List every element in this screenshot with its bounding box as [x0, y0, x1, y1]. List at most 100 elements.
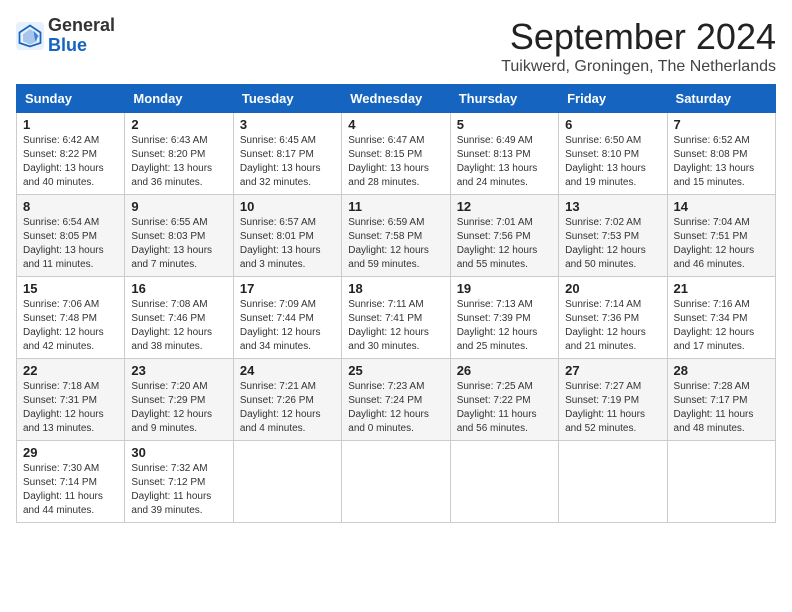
empty-cell — [233, 441, 341, 523]
header-wednesday: Wednesday — [342, 85, 450, 113]
sunrise: Sunrise: 6:55 AM — [131, 217, 207, 228]
day-info: Sunrise: 7:14 AM Sunset: 7:36 PM Dayligh… — [565, 298, 660, 354]
day-number: 28 — [674, 363, 769, 378]
day-cell-25: 25 Sunrise: 7:23 AM Sunset: 7:24 PM Dayl… — [342, 359, 450, 441]
sunrise: Sunrise: 6:54 AM — [23, 217, 99, 228]
sunset: Sunset: 7:34 PM — [674, 313, 748, 324]
sunset: Sunset: 7:53 PM — [565, 231, 639, 242]
day-cell-13: 13 Sunrise: 7:02 AM Sunset: 7:53 PM Dayl… — [559, 195, 667, 277]
day-cell-1: 1 Sunrise: 6:42 AM Sunset: 8:22 PM Dayli… — [17, 113, 125, 195]
calendar-table: SundayMondayTuesdayWednesdayThursdayFrid… — [16, 84, 776, 523]
sunrise: Sunrise: 7:21 AM — [240, 381, 316, 392]
day-cell-6: 6 Sunrise: 6:50 AM Sunset: 8:10 PM Dayli… — [559, 113, 667, 195]
header-monday: Monday — [125, 85, 233, 113]
sunrise: Sunrise: 6:43 AM — [131, 135, 207, 146]
sunrise: Sunrise: 7:20 AM — [131, 381, 207, 392]
daylight: Daylight: 12 hours and 21 minutes. — [565, 327, 646, 352]
day-info: Sunrise: 6:59 AM Sunset: 7:58 PM Dayligh… — [348, 216, 443, 272]
day-number: 27 — [565, 363, 660, 378]
header-sunday: Sunday — [17, 85, 125, 113]
sunrise: Sunrise: 7:09 AM — [240, 299, 316, 310]
daylight: Daylight: 13 hours and 40 minutes. — [23, 163, 104, 188]
daylight: Daylight: 13 hours and 36 minutes. — [131, 163, 212, 188]
header-row: SundayMondayTuesdayWednesdayThursdayFrid… — [17, 85, 776, 113]
day-number: 7 — [674, 117, 769, 132]
sunset: Sunset: 7:39 PM — [457, 313, 531, 324]
sunset: Sunset: 7:51 PM — [674, 231, 748, 242]
day-number: 2 — [131, 117, 226, 132]
sunrise: Sunrise: 7:27 AM — [565, 381, 641, 392]
day-info: Sunrise: 7:25 AM Sunset: 7:22 PM Dayligh… — [457, 380, 552, 436]
daylight: Daylight: 11 hours and 44 minutes. — [23, 491, 103, 516]
day-info: Sunrise: 7:04 AM Sunset: 7:51 PM Dayligh… — [674, 216, 769, 272]
day-number: 13 — [565, 199, 660, 214]
day-info: Sunrise: 7:32 AM Sunset: 7:12 PM Dayligh… — [131, 462, 226, 518]
day-number: 16 — [131, 281, 226, 296]
sunrise: Sunrise: 7:13 AM — [457, 299, 533, 310]
sunset: Sunset: 8:13 PM — [457, 149, 531, 160]
sunset: Sunset: 7:31 PM — [23, 395, 97, 406]
day-number: 23 — [131, 363, 226, 378]
daylight: Daylight: 11 hours and 52 minutes. — [565, 409, 645, 434]
day-number: 15 — [23, 281, 118, 296]
sunset: Sunset: 7:29 PM — [131, 395, 205, 406]
sunset: Sunset: 8:20 PM — [131, 149, 205, 160]
location: Tuikwerd, Groningen, The Netherlands — [501, 58, 776, 76]
sunrise: Sunrise: 7:32 AM — [131, 463, 207, 474]
daylight: Daylight: 13 hours and 7 minutes. — [131, 245, 212, 270]
day-cell-29: 29 Sunrise: 7:30 AM Sunset: 7:14 PM Dayl… — [17, 441, 125, 523]
day-cell-20: 20 Sunrise: 7:14 AM Sunset: 7:36 PM Dayl… — [559, 277, 667, 359]
day-cell-14: 14 Sunrise: 7:04 AM Sunset: 7:51 PM Dayl… — [667, 195, 775, 277]
day-info: Sunrise: 6:47 AM Sunset: 8:15 PM Dayligh… — [348, 134, 443, 190]
day-number: 14 — [674, 199, 769, 214]
daylight: Daylight: 13 hours and 3 minutes. — [240, 245, 321, 270]
sunrise: Sunrise: 6:42 AM — [23, 135, 99, 146]
sunset: Sunset: 8:22 PM — [23, 149, 97, 160]
day-number: 29 — [23, 445, 118, 460]
sunrise: Sunrise: 7:04 AM — [674, 217, 750, 228]
sunset: Sunset: 8:03 PM — [131, 231, 205, 242]
sunrise: Sunrise: 7:11 AM — [348, 299, 423, 310]
sunrise: Sunrise: 7:02 AM — [565, 217, 641, 228]
sunrise: Sunrise: 7:01 AM — [457, 217, 533, 228]
daylight: Daylight: 11 hours and 48 minutes. — [674, 409, 754, 434]
sunset: Sunset: 8:01 PM — [240, 231, 314, 242]
day-info: Sunrise: 7:27 AM Sunset: 7:19 PM Dayligh… — [565, 380, 660, 436]
logo: General Blue — [16, 16, 115, 56]
day-cell-16: 16 Sunrise: 7:08 AM Sunset: 7:46 PM Dayl… — [125, 277, 233, 359]
day-cell-15: 15 Sunrise: 7:06 AM Sunset: 7:48 PM Dayl… — [17, 277, 125, 359]
sunrise: Sunrise: 6:49 AM — [457, 135, 533, 146]
daylight: Daylight: 12 hours and 0 minutes. — [348, 409, 429, 434]
day-number: 10 — [240, 199, 335, 214]
daylight: Daylight: 12 hours and 46 minutes. — [674, 245, 755, 270]
day-number: 21 — [674, 281, 769, 296]
daylight: Daylight: 13 hours and 15 minutes. — [674, 163, 755, 188]
sunset: Sunset: 7:44 PM — [240, 313, 314, 324]
sunset: Sunset: 8:10 PM — [565, 149, 639, 160]
day-info: Sunrise: 7:01 AM Sunset: 7:56 PM Dayligh… — [457, 216, 552, 272]
daylight: Daylight: 12 hours and 25 minutes. — [457, 327, 538, 352]
daylight: Daylight: 13 hours and 11 minutes. — [23, 245, 104, 270]
sunset: Sunset: 7:19 PM — [565, 395, 639, 406]
sunrise: Sunrise: 7:08 AM — [131, 299, 207, 310]
day-info: Sunrise: 7:20 AM Sunset: 7:29 PM Dayligh… — [131, 380, 226, 436]
empty-cell — [342, 441, 450, 523]
week-row-4: 22 Sunrise: 7:18 AM Sunset: 7:31 PM Dayl… — [17, 359, 776, 441]
day-number: 8 — [23, 199, 118, 214]
sunrise: Sunrise: 6:57 AM — [240, 217, 316, 228]
sunset: Sunset: 7:58 PM — [348, 231, 422, 242]
day-cell-24: 24 Sunrise: 7:21 AM Sunset: 7:26 PM Dayl… — [233, 359, 341, 441]
day-cell-12: 12 Sunrise: 7:01 AM Sunset: 7:56 PM Dayl… — [450, 195, 558, 277]
empty-cell — [450, 441, 558, 523]
week-row-3: 15 Sunrise: 7:06 AM Sunset: 7:48 PM Dayl… — [17, 277, 776, 359]
logo-icon — [16, 22, 44, 50]
day-number: 9 — [131, 199, 226, 214]
week-row-5: 29 Sunrise: 7:30 AM Sunset: 7:14 PM Dayl… — [17, 441, 776, 523]
day-info: Sunrise: 6:43 AM Sunset: 8:20 PM Dayligh… — [131, 134, 226, 190]
sunrise: Sunrise: 7:16 AM — [674, 299, 750, 310]
sunrise: Sunrise: 6:47 AM — [348, 135, 424, 146]
day-info: Sunrise: 6:49 AM Sunset: 8:13 PM Dayligh… — [457, 134, 552, 190]
day-cell-17: 17 Sunrise: 7:09 AM Sunset: 7:44 PM Dayl… — [233, 277, 341, 359]
daylight: Daylight: 12 hours and 59 minutes. — [348, 245, 429, 270]
day-cell-26: 26 Sunrise: 7:25 AM Sunset: 7:22 PM Dayl… — [450, 359, 558, 441]
